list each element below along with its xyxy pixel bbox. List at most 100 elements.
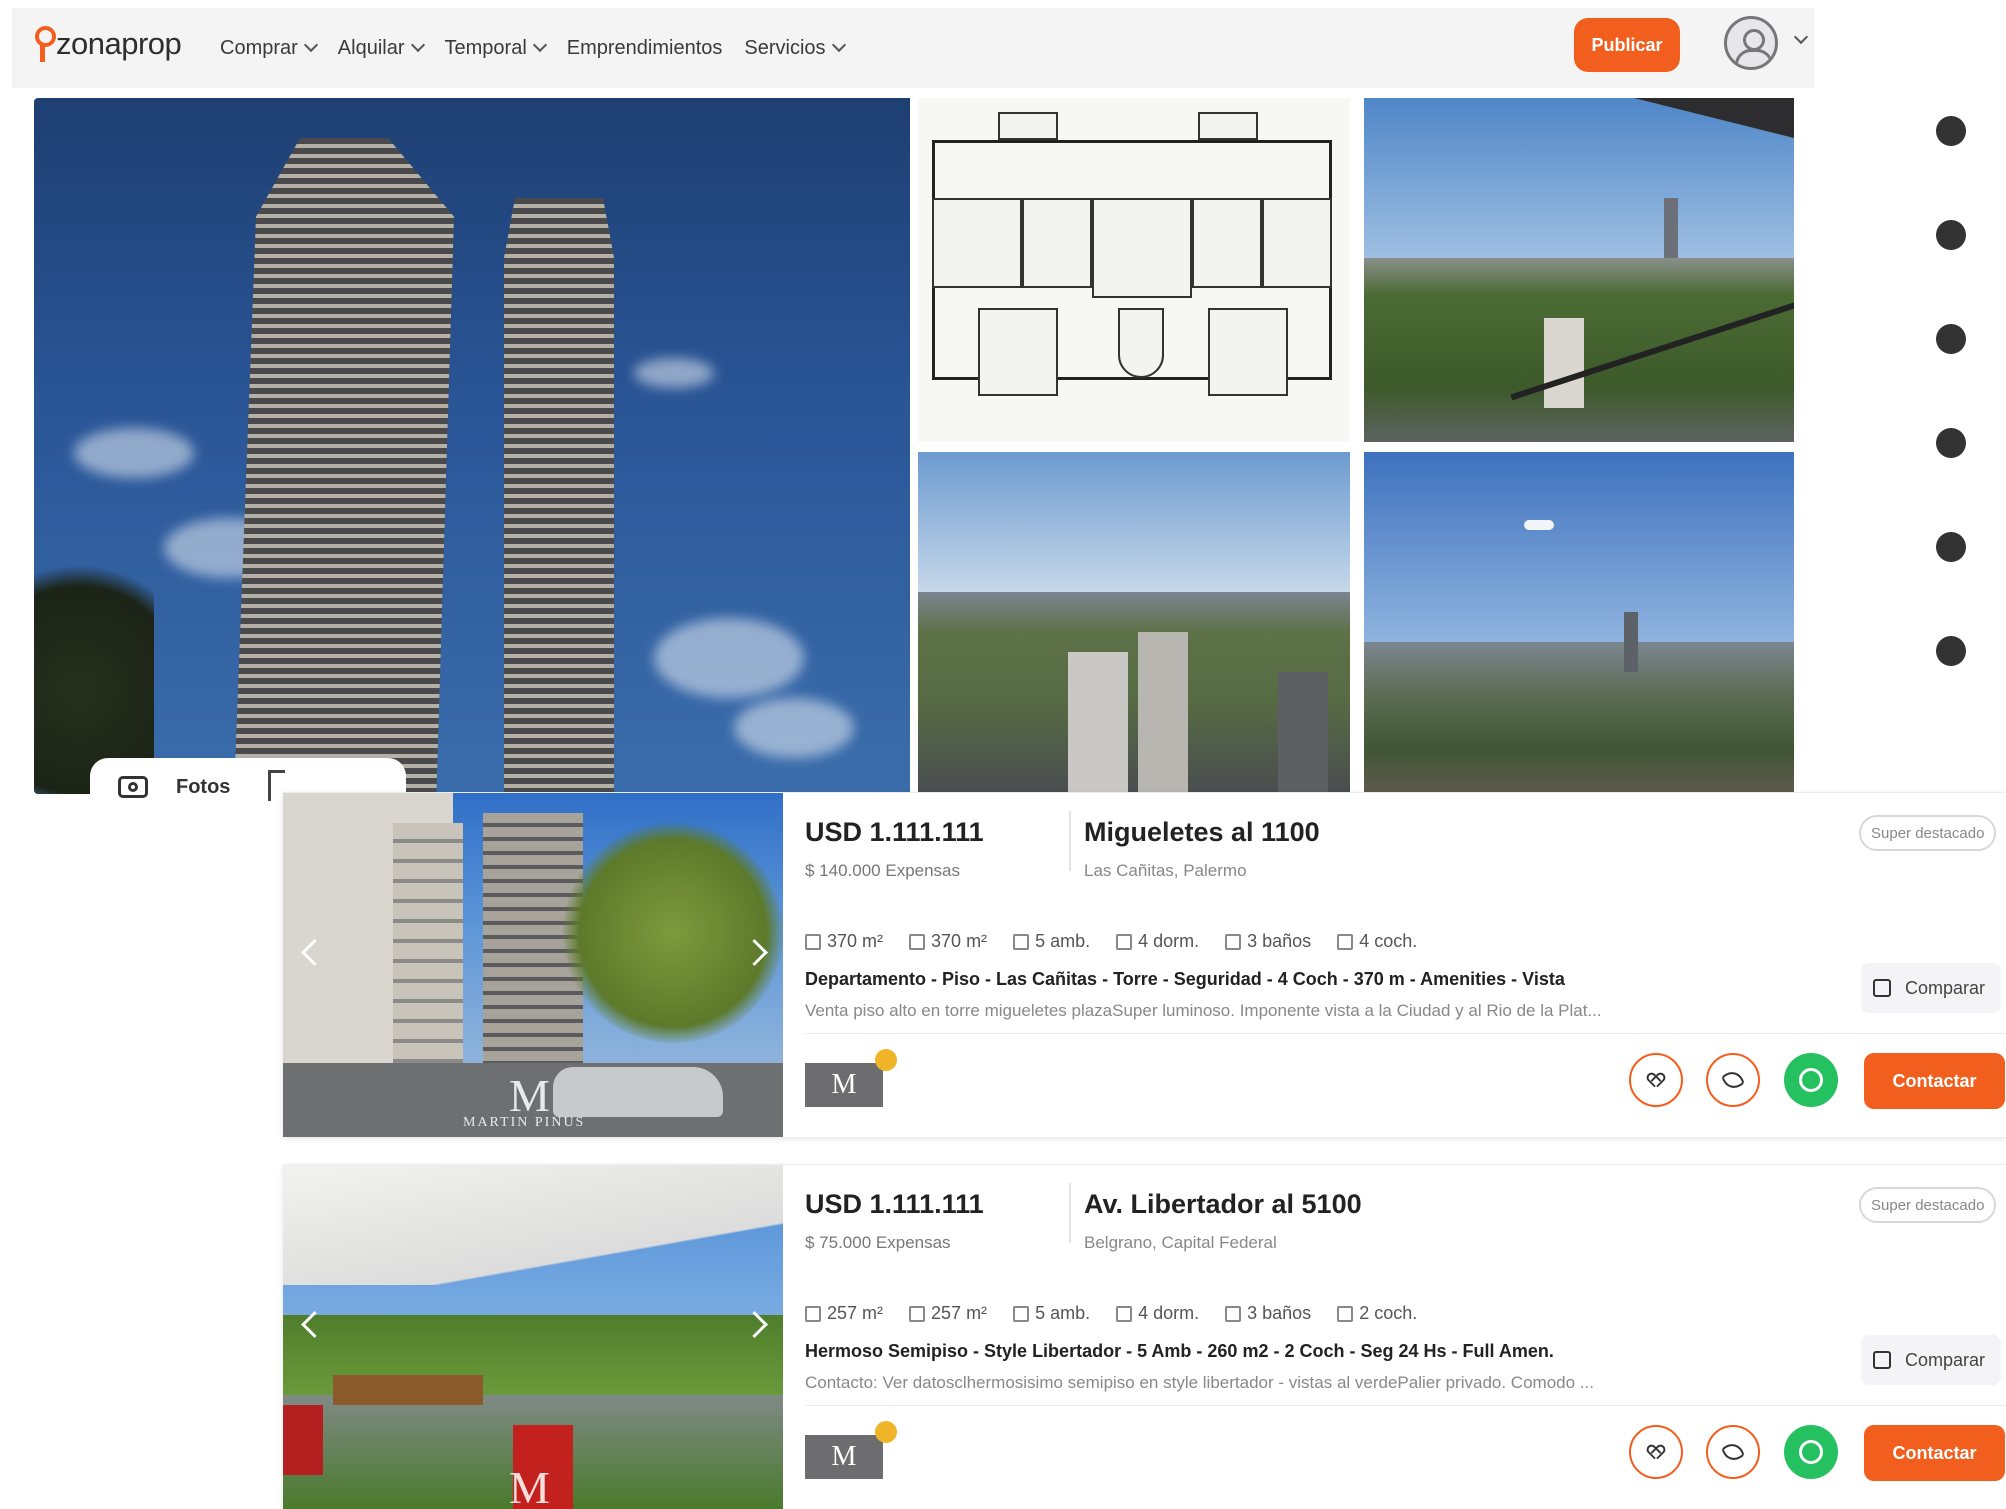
- feature-bedrooms: 4 dorm.: [1116, 1303, 1199, 1324]
- listing-description: Venta piso alto en torre migueletes plaz…: [805, 1001, 1602, 1020]
- pagination-dot[interactable]: [1936, 532, 1966, 562]
- feature-covered-area: 370 m²: [909, 931, 987, 952]
- feature-garages: 4 coch.: [1337, 931, 1417, 952]
- door-icon: [1013, 1305, 1030, 1322]
- gallery-photo-park-view[interactable]: [1364, 98, 1794, 442]
- listing-description: Contacto: Ver datosclhermosisimo semipis…: [805, 1373, 1594, 1392]
- feature-value: 370 m²: [931, 931, 988, 951]
- chevron-down-icon: [410, 37, 425, 53]
- nav-servicios[interactable]: Servicios: [744, 37, 846, 60]
- listing-photo[interactable]: MARTIN PINUS M: [283, 793, 783, 1137]
- compare-label: Comparar: [1905, 977, 1986, 998]
- publish-button[interactable]: Publicar: [1574, 18, 1680, 72]
- nav-emprendimientos[interactable]: Emprendimientos: [567, 37, 723, 60]
- favorite-button[interactable]: [1629, 1425, 1683, 1479]
- compare-checkbox[interactable]: Comparar: [1861, 1335, 2001, 1385]
- publisher-logo[interactable]: M: [805, 1063, 883, 1107]
- whatsapp-button[interactable]: [1784, 1053, 1838, 1107]
- feature-rooms: 5 amb.: [1013, 931, 1090, 952]
- key-logo-icon: [32, 22, 56, 66]
- listing-card[interactable]: MARTIN PINUS M USD 1.111.111 $ 140.000 E…: [283, 792, 2006, 1137]
- super-destacado-badge: Super destacado: [1859, 1187, 1997, 1223]
- listing-address[interactable]: Migueletes al 1100: [1084, 817, 1320, 848]
- listing-headline[interactable]: Hermoso Semipiso - Style Libertador - 5 …: [805, 1341, 1554, 1362]
- listing-address[interactable]: Av. Libertador al 5100: [1084, 1189, 1362, 1220]
- photo-watermark-logo: M: [509, 1462, 550, 1509]
- phone-icon: [1720, 1439, 1746, 1465]
- nav-temporal[interactable]: Temporal: [444, 36, 547, 60]
- feature-value: 5 amb.: [1035, 931, 1091, 951]
- feature-value: 257 m²: [931, 1303, 988, 1323]
- chevron-down-icon: [303, 37, 318, 53]
- listing-expenses: $ 75.000 Expensas: [805, 1233, 951, 1252]
- crown-icon: [875, 1049, 897, 1071]
- heart-icon: [1648, 1444, 1664, 1460]
- pagination-dot[interactable]: [1936, 428, 1966, 458]
- pagination-dot[interactable]: [1936, 636, 1966, 666]
- contact-button[interactable]: Contactar: [1864, 1425, 2005, 1481]
- nav-label: Comprar: [220, 36, 298, 59]
- feature-value: 5 amb.: [1035, 1303, 1091, 1323]
- phone-icon: [1720, 1067, 1746, 1093]
- pagination-dot[interactable]: [1936, 116, 1966, 146]
- gallery-pagination-dots: [1936, 116, 1966, 740]
- compare-checkbox[interactable]: Comparar: [1861, 963, 2001, 1013]
- super-destacado-badge: Super destacado: [1859, 815, 1997, 851]
- feature-bathrooms: 3 baños: [1225, 931, 1311, 952]
- nav-alquilar[interactable]: Alquilar: [338, 37, 425, 60]
- crown-icon: [875, 1421, 897, 1443]
- door-icon: [1013, 933, 1030, 950]
- feature-covered-area: 257 m²: [909, 1303, 987, 1324]
- feature-garages: 2 coch.: [1337, 1303, 1417, 1324]
- whatsapp-icon: [1799, 1068, 1823, 1092]
- feature-value: 4 coch.: [1359, 931, 1418, 951]
- chevron-down-icon[interactable]: [1793, 29, 1809, 45]
- user-avatar-icon[interactable]: [1724, 16, 1778, 70]
- feature-value: 4 dorm.: [1138, 1303, 1200, 1323]
- contact-button[interactable]: Contactar: [1864, 1053, 2005, 1109]
- feature-total-area: 370 m²: [805, 931, 883, 952]
- feature-value: 2 coch.: [1359, 1303, 1418, 1323]
- total-area-icon: [805, 933, 821, 950]
- divider: [1069, 1183, 1071, 1243]
- whatsapp-icon: [1799, 1440, 1823, 1464]
- heart-icon: [1648, 1072, 1664, 1088]
- car-icon: [1337, 933, 1354, 950]
- listing-price: USD 1.111.111: [805, 817, 984, 847]
- photos-label: Fotos: [176, 776, 231, 798]
- divider: [805, 1405, 2006, 1406]
- divider: [1069, 811, 1071, 871]
- checkbox-icon[interactable]: [1873, 1351, 1891, 1369]
- pagination-dot[interactable]: [1936, 220, 1966, 250]
- listing-expenses: $ 140.000 Expensas: [805, 861, 961, 880]
- feature-value: 4 dorm.: [1138, 931, 1200, 951]
- nav-comprar[interactable]: Comprar: [220, 36, 318, 60]
- feature-bedrooms: 4 dorm.: [1116, 931, 1199, 952]
- bathtub-icon: [1225, 933, 1242, 950]
- whatsapp-button[interactable]: [1784, 1425, 1838, 1479]
- gallery-photo-city-view[interactable]: [1364, 452, 1794, 794]
- zonaprop-logo[interactable]: zonaprop: [32, 22, 182, 66]
- chevron-down-icon: [831, 37, 846, 53]
- listing-card[interactable]: M USD 1.111.111 $ 75.000 Expensas Av. Li…: [283, 1164, 2006, 1509]
- nav-label: Temporal: [444, 36, 527, 59]
- checkbox-icon[interactable]: [1873, 979, 1891, 997]
- publisher-logo[interactable]: M: [805, 1435, 883, 1479]
- feature-rooms: 5 amb.: [1013, 1303, 1090, 1324]
- call-button[interactable]: [1706, 1425, 1760, 1479]
- divider: [805, 1033, 2006, 1034]
- gallery-photo-main[interactable]: [34, 98, 910, 794]
- gallery-floor-plan[interactable]: [918, 98, 1350, 442]
- call-button[interactable]: [1706, 1053, 1760, 1107]
- bathtub-icon: [1225, 1305, 1242, 1322]
- logo-text: zonaprop: [56, 26, 182, 61]
- car-icon: [1337, 1305, 1354, 1322]
- listing-photo[interactable]: M: [283, 1165, 783, 1509]
- listing-headline[interactable]: Departamento - Piso - Las Cañitas - Torr…: [805, 969, 1565, 990]
- listing-features: 370 m² 370 m² 5 amb. 4 dorm. 3 baños 4 c…: [805, 931, 1443, 952]
- feature-value: 3 baños: [1247, 1303, 1312, 1323]
- pagination-dot[interactable]: [1936, 324, 1966, 354]
- gallery-photo-river-view[interactable]: [918, 452, 1350, 794]
- favorite-button[interactable]: [1629, 1053, 1683, 1107]
- feature-total-area: 257 m²: [805, 1303, 883, 1324]
